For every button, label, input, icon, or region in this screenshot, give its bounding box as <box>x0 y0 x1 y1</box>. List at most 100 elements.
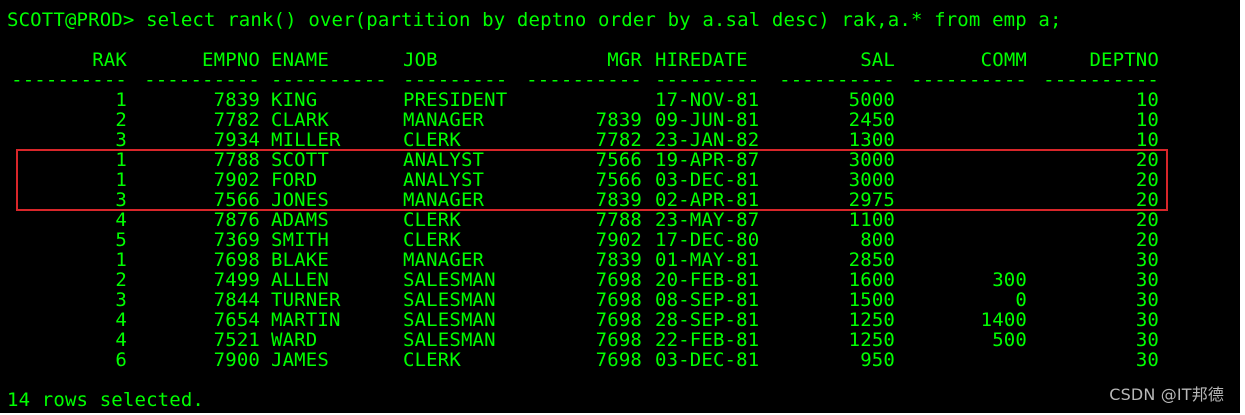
cell-rak: 4 <box>115 309 127 331</box>
separator-mgr: ---------- <box>526 69 642 91</box>
cell-rak: 3 <box>115 289 127 311</box>
cell-job: CLERK <box>403 129 461 151</box>
cell-deptno: 20 <box>1135 149 1159 171</box>
cell-mgr: 7566 <box>595 169 642 191</box>
cell-sal: 2975 <box>848 189 895 211</box>
cell-sal: 2850 <box>848 249 895 271</box>
cell-sal: 1250 <box>848 309 895 331</box>
cell-mgr: 7839 <box>595 109 642 131</box>
cell-job: ANALYST <box>403 149 485 171</box>
terminal-window[interactable]: SCOTT@PROD> select rank() over(partition… <box>0 0 1240 413</box>
header-ename: ENAME <box>271 49 329 71</box>
cell-deptno: 10 <box>1135 109 1159 131</box>
separator-job: --------- <box>403 69 508 91</box>
separator-sal: ---------- <box>779 69 895 91</box>
cell-mgr: 7698 <box>595 309 642 331</box>
separator-hiredate: --------- <box>655 69 760 91</box>
header-job: JOB <box>403 49 438 71</box>
cell-sal: 950 <box>860 349 895 371</box>
cell-deptno: 10 <box>1135 89 1159 111</box>
cell-mgr: 7698 <box>595 289 642 311</box>
cell-hiredate: 17-NOV-81 <box>655 89 760 111</box>
cell-hiredate: 28-SEP-81 <box>655 309 760 331</box>
cell-job: SALESMAN <box>403 329 496 351</box>
cell-hiredate: 22-FEB-81 <box>655 329 760 351</box>
cell-sal: 2450 <box>848 109 895 131</box>
cell-hiredate: 03-DEC-81 <box>655 169 760 191</box>
cell-sal: 1100 <box>848 209 895 231</box>
cell-deptno: 30 <box>1135 269 1159 291</box>
sql-command: select rank() over(partition by deptno o… <box>146 9 1062 31</box>
cell-job: SALESMAN <box>403 269 496 291</box>
cell-rak: 5 <box>115 229 127 251</box>
header-deptno: DEPTNO <box>1089 49 1159 71</box>
cell-empno: 7499 <box>213 269 260 291</box>
cell-comm: 500 <box>992 329 1027 351</box>
cell-empno: 7844 <box>213 289 260 311</box>
cell-empno: 7369 <box>213 229 260 251</box>
cell-ename: SCOTT <box>271 149 329 171</box>
cell-empno: 7900 <box>213 349 260 371</box>
cell-ename: ADAMS <box>271 209 329 231</box>
cell-deptno: 20 <box>1135 209 1159 231</box>
separator-rak: ---------- <box>11 69 127 91</box>
cell-empno: 7876 <box>213 209 260 231</box>
cell-empno: 7566 <box>213 189 260 211</box>
cell-sal: 5000 <box>848 89 895 111</box>
cell-rak: 1 <box>115 89 127 111</box>
cell-hiredate: 09-JUN-81 <box>655 109 760 131</box>
header-mgr: MGR <box>607 49 642 71</box>
cell-hiredate: 03-DEC-81 <box>655 349 760 371</box>
separator-deptno: ---------- <box>1043 69 1159 91</box>
cell-empno: 7654 <box>213 309 260 331</box>
cell-job: MANAGER <box>403 189 485 211</box>
cell-comm: 300 <box>992 269 1027 291</box>
cell-mgr: 7698 <box>595 269 642 291</box>
sql-prompt: SCOTT@PROD> <box>7 9 147 31</box>
cell-rak: 4 <box>115 209 127 231</box>
command-line: SCOTT@PROD> select rank() over(partition… <box>7 10 1062 30</box>
cell-rak: 3 <box>115 129 127 151</box>
cell-job: MANAGER <box>403 249 485 271</box>
watermark: CSDN @IT邦德 <box>1109 385 1224 404</box>
cell-deptno: 30 <box>1135 349 1159 371</box>
cell-empno: 7521 <box>213 329 260 351</box>
cell-ename: SMITH <box>271 229 329 251</box>
cell-job: CLERK <box>403 209 461 231</box>
separator-empno: ---------- <box>144 69 260 91</box>
cell-empno: 7782 <box>213 109 260 131</box>
cell-rak: 6 <box>115 349 127 371</box>
separator-comm: ---------- <box>911 69 1027 91</box>
cell-ename: JONES <box>271 189 329 211</box>
cell-empno: 7934 <box>213 129 260 151</box>
cell-ename: ALLEN <box>271 269 329 291</box>
cell-mgr: 7698 <box>595 349 642 371</box>
header-comm: COMM <box>980 49 1027 71</box>
cell-ename: FORD <box>271 169 318 191</box>
cell-job: CLERK <box>403 229 461 251</box>
cell-job: SALESMAN <box>403 289 496 311</box>
cell-empno: 7698 <box>213 249 260 271</box>
cell-deptno: 10 <box>1135 129 1159 151</box>
cell-mgr: 7566 <box>595 149 642 171</box>
cell-deptno: 20 <box>1135 189 1159 211</box>
cell-deptno: 30 <box>1135 309 1159 331</box>
cell-ename: CLARK <box>271 109 329 131</box>
cell-hiredate: 02-APR-81 <box>655 189 760 211</box>
cell-empno: 7902 <box>213 169 260 191</box>
cell-sal: 800 <box>860 229 895 251</box>
cell-ename: BLAKE <box>271 249 329 271</box>
header-empno: EMPNO <box>202 49 260 71</box>
cell-job: ANALYST <box>403 169 485 191</box>
cell-rak: 2 <box>115 109 127 131</box>
cell-ename: TURNER <box>271 289 341 311</box>
cell-sal: 1250 <box>848 329 895 351</box>
cell-sal: 1300 <box>848 129 895 151</box>
header-sal: SAL <box>860 49 895 71</box>
cell-hiredate: 01-MAY-81 <box>655 249 760 271</box>
cell-mgr: 7698 <box>595 329 642 351</box>
cell-deptno: 20 <box>1135 229 1159 251</box>
cell-hiredate: 17-DEC-80 <box>655 229 760 251</box>
cell-mgr: 7782 <box>595 129 642 151</box>
cell-rak: 3 <box>115 189 127 211</box>
